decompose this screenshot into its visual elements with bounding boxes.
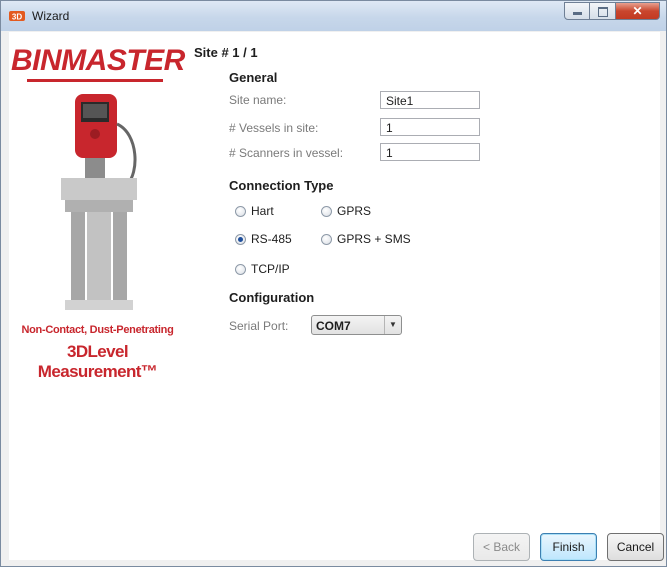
radio-gprs-indicator <box>321 205 332 217</box>
maximize-icon <box>598 7 608 17</box>
radio-gprs-label: GPRS <box>337 204 372 218</box>
title-bar[interactable]: 3D Wizard ✕ <box>1 1 666 31</box>
radio-rs485-label: RS-485 <box>251 232 292 246</box>
radio-hart[interactable]: Hart <box>235 204 274 218</box>
close-icon: ✕ <box>632 4 643 18</box>
section-configuration-heading: Configuration <box>229 290 315 305</box>
chevron-down-icon[interactable]: ▼ <box>384 316 401 334</box>
radio-gprs[interactable]: GPRS <box>321 204 371 218</box>
tagline-title: 3DLevel Measurement™ <box>37 342 158 381</box>
minimize-button[interactable] <box>564 2 590 20</box>
radio-gprs-sms-label: GPRS + SMS <box>337 232 411 246</box>
radio-hart-label: Hart <box>251 204 274 218</box>
radio-rs485-indicator <box>235 233 246 245</box>
close-button[interactable]: ✕ <box>616 2 660 20</box>
site-name-label: Site name: <box>229 93 287 107</box>
vessels-label: # Vessels in site: <box>229 121 319 135</box>
serial-port-value: COM7 <box>316 319 351 333</box>
section-general-heading: General <box>229 70 278 85</box>
radio-hart-indicator <box>235 205 246 217</box>
serial-port-select[interactable]: COM7 ▼ <box>311 315 402 335</box>
radio-tcpip-label: TCP/IP <box>251 262 290 276</box>
window-controls: ✕ <box>564 2 660 21</box>
radio-rs485[interactable]: RS-485 <box>235 232 292 246</box>
tagline-subtitle: Non-Contact, Dust-Penetrating <box>21 324 174 336</box>
scanners-label: # Scanners in vessel: <box>229 146 344 160</box>
radio-gprs-sms[interactable]: GPRS + SMS <box>321 232 411 246</box>
site-name-input[interactable]: Site1 <box>380 91 480 109</box>
cancel-button[interactable]: Cancel <box>607 533 664 561</box>
level-sensor-image <box>61 94 137 310</box>
section-connection-heading: Connection Type <box>229 178 334 193</box>
window-title: Wizard <box>32 9 70 23</box>
svg-text:3D: 3D <box>12 13 22 22</box>
back-button[interactable]: < Back <box>473 533 530 561</box>
scanners-input[interactable]: 1 <box>380 143 480 161</box>
product-logo-panel: BINMASTER Non-Contact, Dust-Penetrating … <box>11 34 185 400</box>
finish-button[interactable]: Finish <box>540 533 597 561</box>
minimize-icon <box>573 12 582 15</box>
logo-underline <box>27 79 163 82</box>
radio-tcpip[interactable]: TCP/IP <box>235 262 290 276</box>
radio-tcpip-indicator <box>235 263 246 275</box>
app-icon: 3D <box>9 11 25 22</box>
page-title: Site # 1 / 1 <box>194 45 258 60</box>
radio-gprs-sms-indicator <box>321 233 332 245</box>
maximize-button[interactable] <box>590 2 616 20</box>
vessels-input[interactable]: 1 <box>380 118 480 136</box>
brand-logo: BINMASTER <box>11 44 185 77</box>
serial-port-label: Serial Port: <box>229 319 289 333</box>
